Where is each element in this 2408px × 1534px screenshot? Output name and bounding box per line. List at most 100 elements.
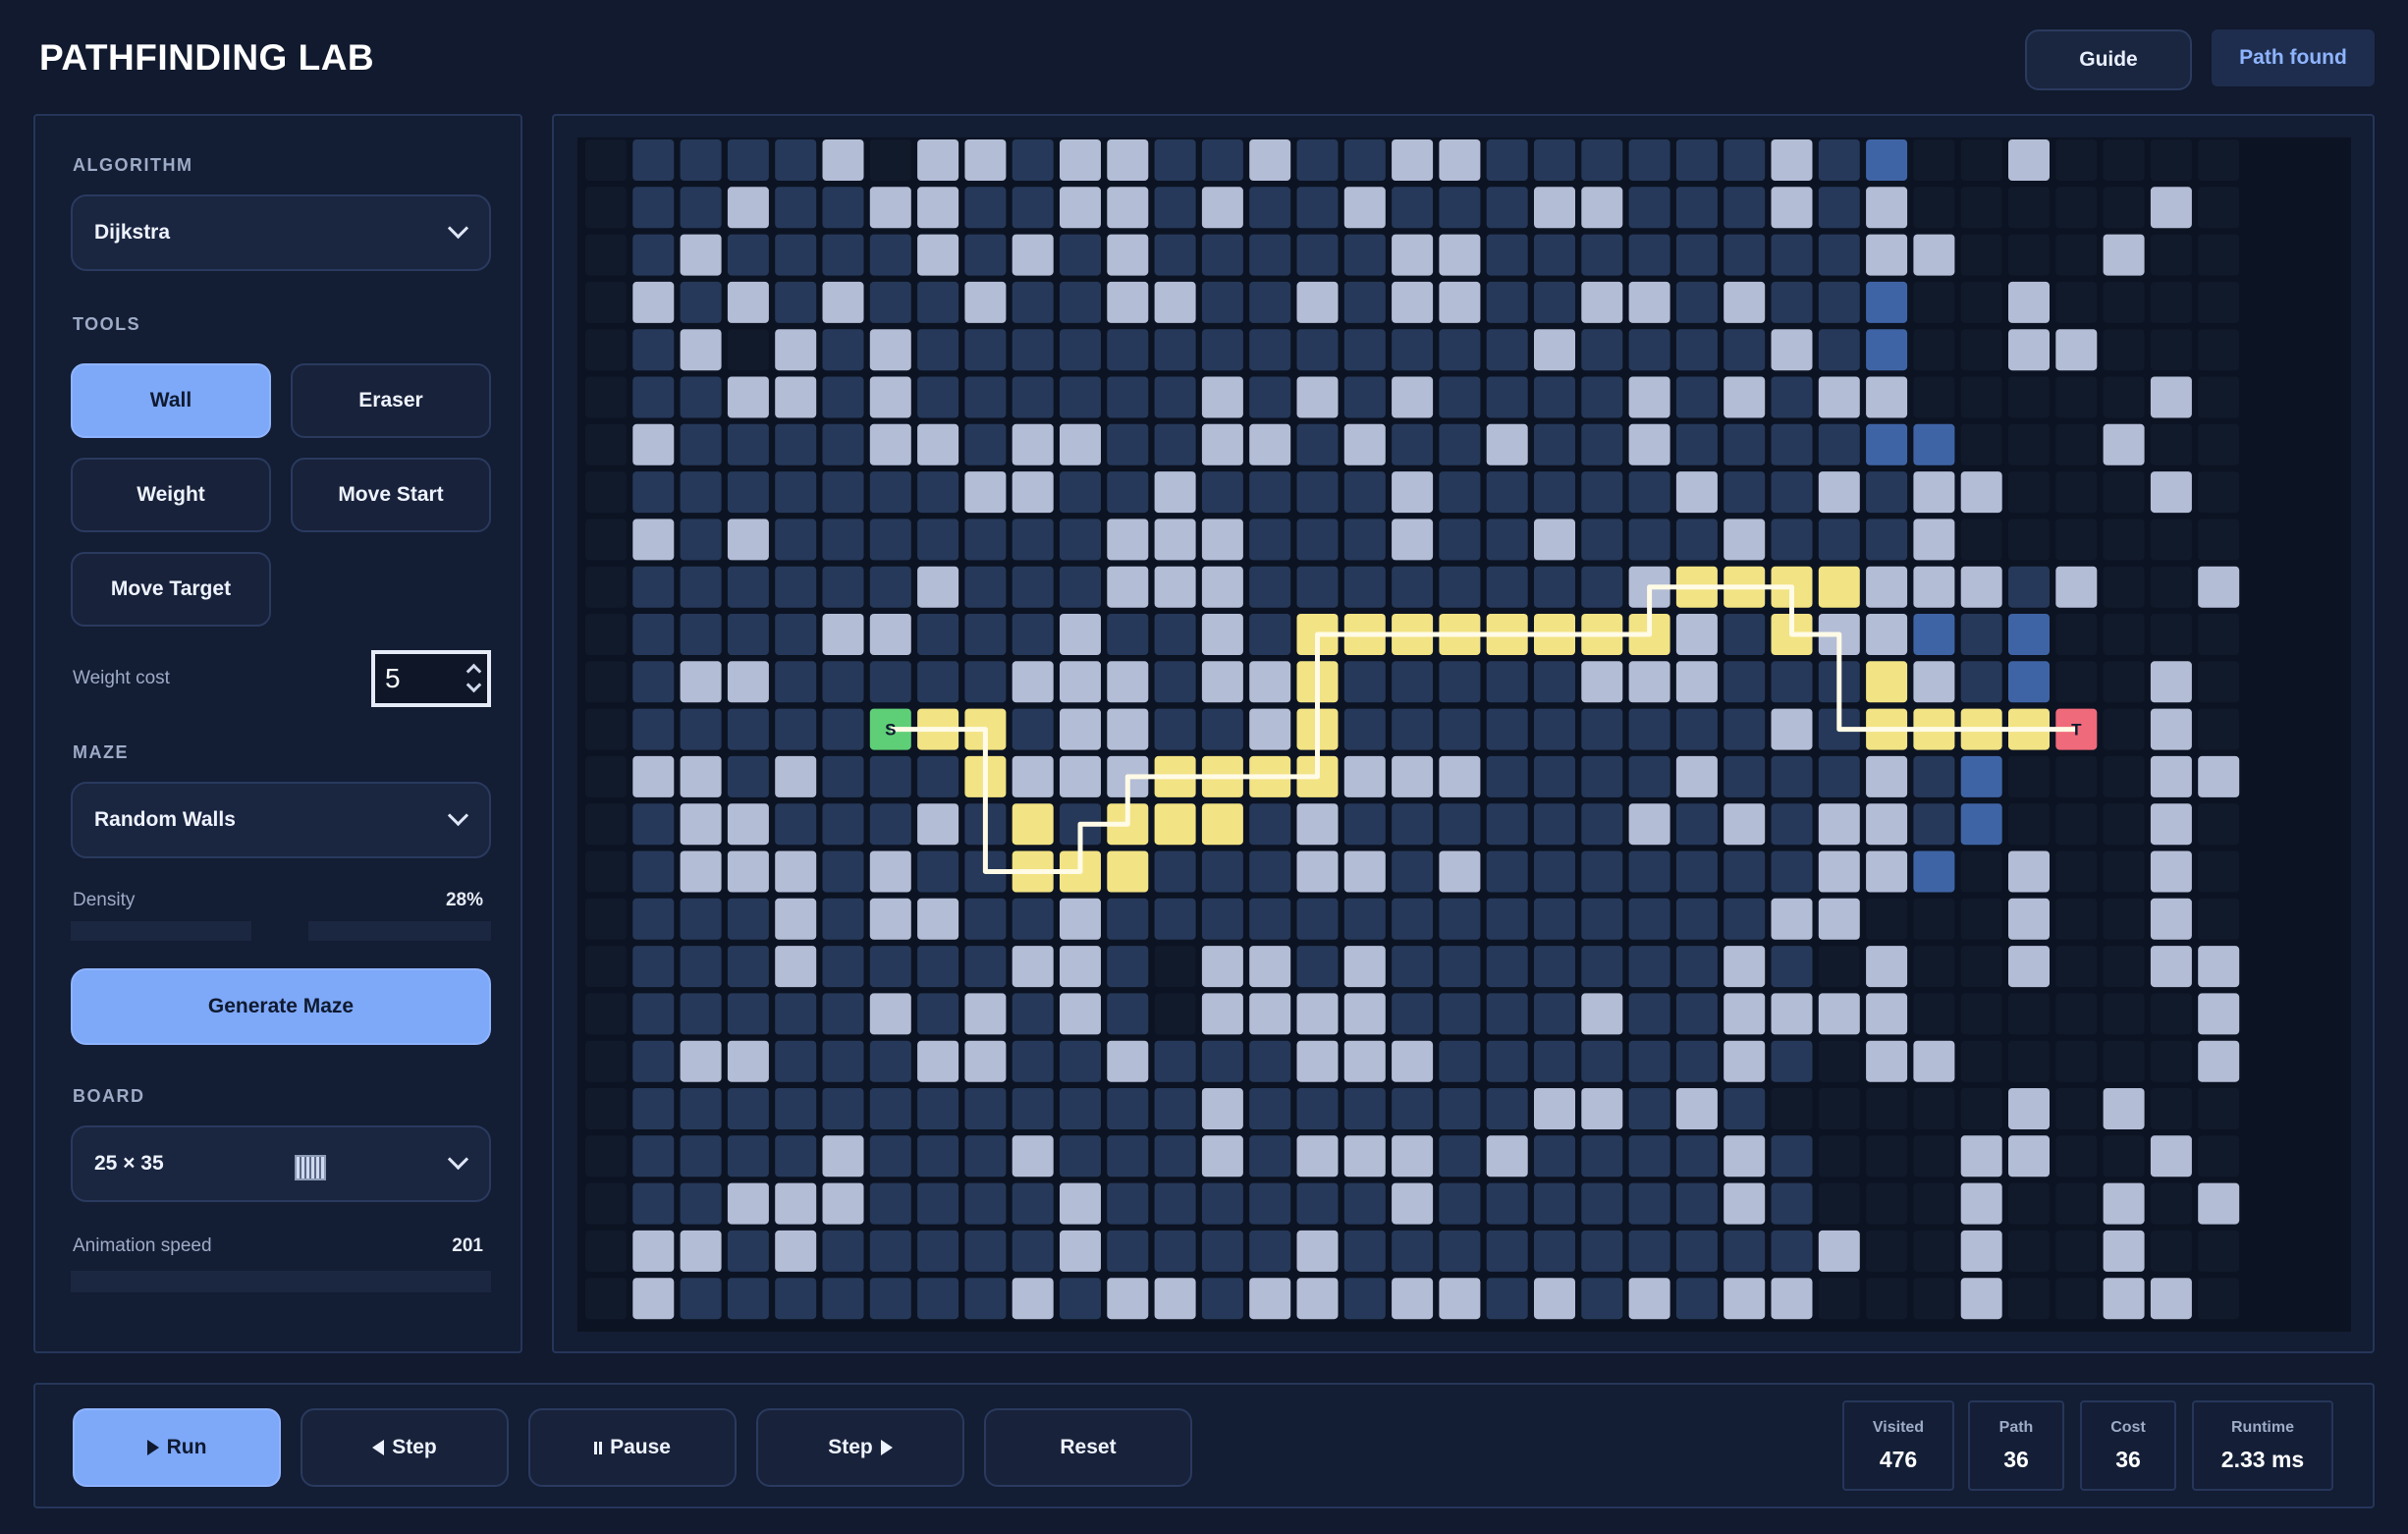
grid-cell-visited[interactable] [775,614,817,655]
grid-cell-frontier[interactable] [1866,329,1908,371]
grid-cell-wall[interactable] [775,946,817,988]
grid-cell-wall[interactable] [2103,423,2145,466]
grid-cell-visited[interactable] [964,187,1007,229]
grid-cell-visited[interactable] [680,187,722,229]
grid-cell-wall[interactable] [869,376,911,418]
grid-cell-wall[interactable] [1913,1040,1955,1082]
grid-cell-wall[interactable] [2198,1182,2240,1225]
grid-cell-unvisited[interactable] [2198,803,2240,846]
grid-cell-wall[interactable] [2008,329,2050,371]
grid-cell-wall[interactable] [632,423,675,466]
grid-cell-visited[interactable] [1486,755,1528,797]
grid-cell-unvisited[interactable] [2198,519,2240,561]
grid-cell-visited[interactable] [1296,1088,1339,1129]
grid-cell-wall[interactable] [1866,946,1908,988]
grid-cell-unvisited[interactable] [2103,803,2145,846]
grid-cell-visited[interactable] [727,423,769,466]
grid-cell-visited[interactable] [680,1278,722,1320]
grid-cell-visited[interactable] [775,993,817,1035]
grid-cell-visited[interactable] [1439,566,1481,608]
grid-cell-unvisited[interactable] [2103,993,2145,1035]
grid-cell-wall[interactable] [2198,755,2240,797]
grid-cell-unvisited[interactable] [2055,187,2098,229]
grid-cell-visited[interactable] [1724,329,1766,371]
grid-cell-visited[interactable] [1392,329,1434,371]
grid-cell-visited[interactable] [1581,566,1623,608]
grid-cell-visited[interactable] [1675,993,1718,1035]
grid-cell-frontier[interactable] [1866,281,1908,323]
grid-cell-visited[interactable] [1818,234,1860,276]
grid-cell-wall[interactable] [727,519,769,561]
grid-cell-wall[interactable] [869,993,911,1035]
grid-cell-wall[interactable] [1201,993,1243,1035]
grid-cell-visited[interactable] [869,281,911,323]
grid-cell-visited[interactable] [1534,946,1575,988]
grid-cell-visited[interactable] [1534,281,1575,323]
grid-cell-visited[interactable] [917,1230,959,1272]
grid-cell-visited[interactable] [1392,850,1434,893]
grid-cell-wall[interactable] [1675,755,1718,797]
grid-cell-visited[interactable] [1675,850,1718,893]
grid-cell-visited[interactable] [1343,471,1386,514]
grid-cell-wall[interactable] [1249,708,1291,750]
grid-cell-unvisited[interactable] [2198,1088,2240,1129]
grid-cell-unvisited[interactable] [1818,1135,1860,1178]
grid-cell-wall[interactable] [964,993,1007,1035]
grid-cell-wall[interactable] [1675,614,1718,655]
grid-cell-wall[interactable] [680,1230,722,1272]
grid-cell-visited[interactable] [1534,708,1575,750]
grid-cell-unvisited[interactable] [2055,423,2098,466]
grid-cell-wall[interactable] [1913,234,1955,276]
grid-cell-unvisited[interactable] [2008,1230,2050,1272]
grid-cell-visited[interactable] [1012,329,1054,371]
grid-cell-visited[interactable] [1343,566,1386,608]
grid-cell-visited[interactable] [1439,471,1481,514]
grid-cell-wall[interactable] [632,1230,675,1272]
grid-cell-visited[interactable] [1439,1040,1481,1082]
grid-cell-wall[interactable] [1486,1135,1528,1178]
grid-cell-visited[interactable] [1439,708,1481,750]
grid-cell-wall[interactable] [1343,993,1386,1035]
grid-cell-visited[interactable] [1724,234,1766,276]
grid-cell-visited[interactable] [1581,708,1623,750]
grid-cell-visited[interactable] [1060,1135,1101,1178]
grid-cell-path[interactable] [1201,803,1243,846]
grid-cell-visited[interactable] [1249,329,1291,371]
grid-cell-unvisited[interactable] [2055,234,2098,276]
grid-cell-unvisited[interactable] [2055,803,2098,846]
grid-cell-wall[interactable] [964,471,1007,514]
spinner-icon[interactable] [465,658,483,699]
grid-cell-wall[interactable] [2008,850,2050,893]
grid-cell-visited[interactable] [1249,1135,1291,1178]
grid-cell-visited[interactable] [1866,519,1908,561]
grid-cell-unvisited[interactable] [1960,423,2002,466]
grid-cell-wall[interactable] [1060,187,1101,229]
grid-cell-visited[interactable] [1771,946,1813,988]
grid-cell-unvisited[interactable] [2103,708,2145,750]
grid-cell-visited[interactable] [1201,139,1243,181]
grid-cell-visited[interactable] [822,1040,864,1082]
grid-cell-visited[interactable] [1628,1135,1670,1178]
grid-cell-visited[interactable] [822,1278,864,1320]
grid-cell-frontier[interactable] [1866,139,1908,181]
grid-cell-visited[interactable] [1486,234,1528,276]
grid-cell-visited[interactable] [1675,376,1718,418]
grid-cell-visited[interactable] [964,566,1007,608]
grid-cell-visited[interactable] [1486,898,1528,940]
grid-cell-visited[interactable] [1628,234,1670,276]
grid-cell-wall[interactable] [2198,1040,2240,1082]
grid-cell-wall[interactable] [1296,850,1339,893]
grid-cell-visited[interactable] [632,139,675,181]
grid-cell-unvisited[interactable] [2103,755,2145,797]
grid-cell-visited[interactable] [1534,993,1575,1035]
grid-cell-visited[interactable] [1724,898,1766,940]
grid-cell-wall[interactable] [1201,614,1243,655]
grid-cell-wall[interactable] [917,898,959,940]
grid-cell-visited[interactable] [1628,1182,1670,1225]
grid-cell-wall[interactable] [2150,1135,2192,1178]
grid-cell-visited[interactable] [1581,1182,1623,1225]
grid-cell-visited[interactable] [1771,281,1813,323]
grid-cell-visited[interactable] [1392,566,1434,608]
grid-cell-wall[interactable] [1296,376,1339,418]
grid-cell-visited[interactable] [1154,614,1196,655]
